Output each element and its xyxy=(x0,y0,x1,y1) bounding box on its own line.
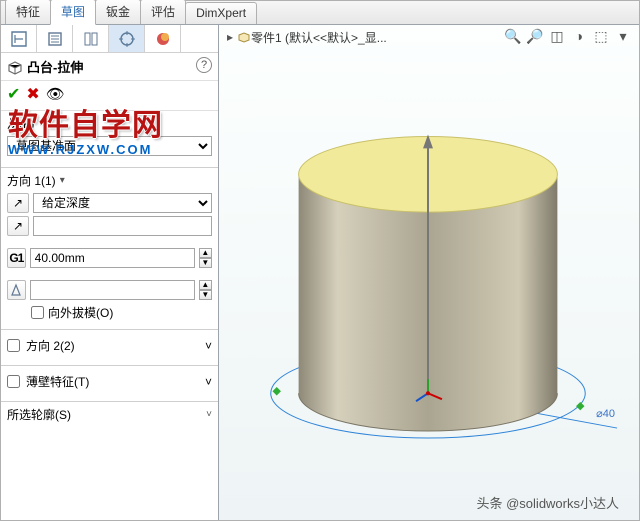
chevron-down-icon[interactable]: ˅ xyxy=(205,375,212,389)
direction2-checkbox[interactable] xyxy=(7,339,20,352)
draft-outward-label: 向外拔模(O) xyxy=(48,304,113,321)
selected-contours-label: 所选轮廓(S)˅ xyxy=(7,406,212,423)
depth-input[interactable] xyxy=(30,248,195,268)
credit-text: 头条 @solidworks小达人 xyxy=(477,493,620,512)
panel-tab-icons xyxy=(1,25,218,53)
draft-outward-checkbox[interactable] xyxy=(31,306,44,319)
chevron-down-icon[interactable]: ˅ xyxy=(205,339,212,353)
appearance-icon[interactable] xyxy=(145,25,181,52)
tab-dimxpert[interactable]: DimXpert xyxy=(185,2,257,24)
direction-vector-icon[interactable]: ↗ xyxy=(7,216,29,236)
help-icon[interactable]: ? xyxy=(196,57,212,73)
tab-sheetmetal[interactable]: 钣金 xyxy=(95,0,141,24)
direction2-section: 方向 2(2) ˅ xyxy=(1,330,218,366)
model-scene xyxy=(219,25,639,520)
tree-icon[interactable] xyxy=(1,25,37,52)
direction-vector-input[interactable] xyxy=(33,216,212,236)
config-icon[interactable] xyxy=(73,25,109,52)
end-condition-select[interactable]: 给定深度 xyxy=(33,193,212,213)
draft-icon[interactable] xyxy=(7,280,26,300)
feature-title-row: 凸台-拉伸 ? xyxy=(1,53,218,81)
graphics-viewport[interactable]: 🔍 🔎 ◫ ◑ ⬚ ▾ ▸ 零件1 (默认<<默认>_显... xyxy=(219,25,639,520)
dimension-label[interactable]: ⌀40 xyxy=(596,407,615,420)
watermark: 软件自学网 WWW.RJZXW.COM xyxy=(8,100,163,157)
tab-sketch[interactable]: 草图 xyxy=(50,0,96,25)
main-tabbar: 特征 草图 钣金 评估 DimXpert xyxy=(1,1,639,25)
tab-feature[interactable]: 特征 xyxy=(5,0,51,24)
reverse-direction-icon[interactable]: ↗ xyxy=(7,193,29,213)
direction1-section: 方向 1(1)▾ ↗ 给定深度 ↗ G1 ▲▼ xyxy=(1,168,218,330)
extrude-icon xyxy=(7,59,23,75)
selected-contours-section: 所选轮廓(S)˅ xyxy=(1,402,218,435)
draft-stepper[interactable]: ▲▼ xyxy=(199,280,212,300)
direction1-label: 方向 1(1)▾ xyxy=(7,172,212,189)
thin-feature-label: 薄壁特征(T) xyxy=(26,373,89,390)
depth-stepper[interactable]: ▲▼ xyxy=(199,248,212,268)
depth-icon: G1 xyxy=(7,248,26,268)
thin-feature-section: 薄壁特征(T) ˅ xyxy=(1,366,218,402)
property-icon[interactable] xyxy=(37,25,73,52)
thin-feature-checkbox[interactable] xyxy=(7,375,20,388)
tab-evaluate[interactable]: 评估 xyxy=(140,0,186,24)
target-icon[interactable] xyxy=(109,25,145,52)
direction2-label: 方向 2(2) xyxy=(26,337,75,354)
draft-angle-input[interactable] xyxy=(30,280,195,300)
feature-title: 凸台-拉伸 xyxy=(27,57,83,76)
